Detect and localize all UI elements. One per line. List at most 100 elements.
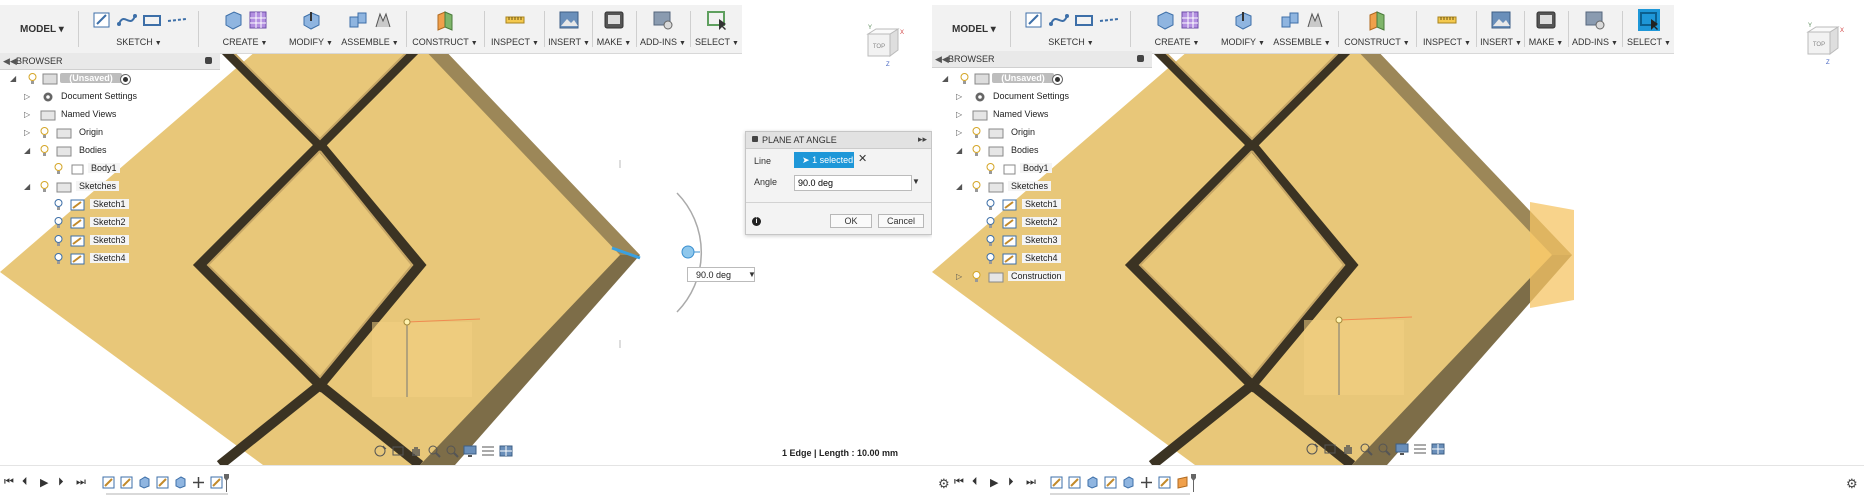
step-forward-icon[interactable]: ⏵: [58, 476, 64, 489]
toolbar-group-assemble[interactable]: ASSEMBLE ▼: [1272, 7, 1332, 53]
pin-icon[interactable]: [205, 57, 212, 64]
tree-item-sketches[interactable]: ◢ Sketches: [932, 179, 1152, 195]
display-settings-icon[interactable]: [1394, 442, 1410, 456]
3d-print-icon[interactable]: [1535, 9, 1557, 31]
orbit-icon[interactable]: [372, 444, 388, 458]
tree-item-body1[interactable]: Body1: [0, 161, 220, 177]
activate-radio[interactable]: [120, 74, 131, 85]
origin-point[interactable]: [1335, 316, 1343, 324]
toolbar-group-select[interactable]: SELECT ▼: [1624, 7, 1674, 53]
tree-item-sketch4[interactable]: Sketch4: [0, 251, 220, 267]
zoom-icon[interactable]: [1358, 442, 1374, 456]
timeline-sketch-feature-icon[interactable]: [210, 476, 223, 489]
press-pull-icon[interactable]: [1232, 9, 1254, 31]
origin-point[interactable]: [403, 318, 411, 326]
view-cube[interactable]: TOP Y X Z: [1800, 20, 1846, 66]
box-icon[interactable]: [222, 9, 244, 31]
timeline-settings-gear-icon[interactable]: ⚙: [1846, 476, 1858, 492]
expand-toggle-icon[interactable]: ▷: [24, 92, 34, 101]
expand-toggle-icon[interactable]: ▷: [24, 128, 34, 137]
lightbulb-icon[interactable]: [54, 253, 63, 265]
tree-item-sketch3[interactable]: Sketch3: [932, 233, 1152, 249]
lightbulb-icon[interactable]: [54, 217, 63, 229]
toolbar-group-assemble[interactable]: ASSEMBLE ▼: [340, 7, 400, 53]
offset-plane-icon[interactable]: [434, 9, 456, 31]
step-forward-icon[interactable]: ⏵: [1008, 476, 1014, 489]
dialog-header[interactable]: PLANE AT ANGLE ▸▸: [746, 132, 931, 149]
line-icon[interactable]: [166, 9, 188, 31]
rectangle-icon[interactable]: [1073, 9, 1095, 31]
expand-toggle-icon[interactable]: ◢: [10, 74, 20, 83]
rectangle-icon[interactable]: [141, 9, 163, 31]
timeline-marker[interactable]: [1191, 474, 1196, 492]
chevron-down-icon[interactable]: ▼: [912, 177, 920, 186]
pin-icon[interactable]: [1137, 55, 1144, 62]
expand-toggle-icon[interactable]: ◢: [24, 146, 34, 155]
toolbar-group-insert[interactable]: INSERT ▼: [1478, 7, 1524, 53]
toolbar-group-modify[interactable]: MODIFY ▼: [1220, 7, 1266, 53]
tree-item-bodies[interactable]: ◢ Bodies: [932, 143, 1152, 159]
toolbar-group-construct[interactable]: CONSTRUCT ▼: [412, 7, 478, 53]
toolbar-group-addins[interactable]: ADD-INS ▼: [1570, 7, 1620, 53]
workspace-mode-menu[interactable]: MODEL ▾: [10, 19, 70, 39]
play-icon[interactable]: ▶: [40, 476, 48, 489]
go-to-end-icon[interactable]: ⏭: [76, 476, 86, 489]
lightbulb-icon[interactable]: [960, 73, 969, 85]
tree-item-bodies[interactable]: ◢ Bodies: [0, 143, 220, 159]
timeline-sketch-feature-icon[interactable]: [102, 476, 115, 489]
expand-dialog-icon[interactable]: ▸▸: [918, 134, 927, 145]
lightbulb-icon[interactable]: [972, 127, 981, 139]
pan-hand-icon[interactable]: [1340, 442, 1356, 456]
insert-image-icon[interactable]: [558, 9, 580, 31]
grid-settings-icon[interactable]: [480, 444, 496, 458]
tree-item-sketch1[interactable]: Sketch1: [932, 197, 1152, 213]
insert-image-icon[interactable]: [1490, 9, 1512, 31]
expand-toggle-icon[interactable]: ▷: [24, 110, 34, 119]
activate-radio[interactable]: [1052, 74, 1063, 85]
toolbar-group-sketch[interactable]: SKETCH ▼: [84, 7, 194, 53]
tree-item-construction[interactable]: ▷ Construction: [932, 269, 1152, 285]
timeline-sketch-feature-icon[interactable]: [120, 476, 133, 489]
timeline-extrude-feature-icon[interactable]: [174, 476, 187, 489]
lightbulb-icon[interactable]: [986, 199, 995, 211]
view-cube[interactable]: TOP Y X Z: [860, 22, 906, 68]
toolbar-group-insert[interactable]: INSERT ▼: [546, 7, 592, 53]
info-icon[interactable]: i: [752, 217, 761, 226]
lightbulb-icon[interactable]: [986, 163, 995, 175]
angle-manipulator-handle[interactable]: [681, 245, 695, 259]
timeline-sketch-feature-icon[interactable]: [156, 476, 169, 489]
construction-plane[interactable]: [1530, 202, 1574, 308]
tree-item-sketch2[interactable]: Sketch2: [932, 215, 1152, 231]
create-sketch-icon[interactable]: [91, 9, 113, 31]
toolbar-group-create[interactable]: CREATE ▼: [1134, 7, 1220, 53]
lightbulb-icon[interactable]: [986, 235, 995, 247]
tree-item-root[interactable]: ◢ (Unsaved): [0, 71, 220, 87]
viewports-icon[interactable]: [498, 444, 514, 458]
timeline-marker[interactable]: [224, 474, 229, 492]
lightbulb-icon[interactable]: [54, 235, 63, 247]
collapse-arrow-icon[interactable]: ◀◀: [935, 54, 949, 65]
grid-settings-icon[interactable]: [1412, 442, 1428, 456]
expand-toggle-icon[interactable]: ▷: [956, 92, 966, 101]
view-cube-face-label[interactable]: TOP: [873, 44, 885, 50]
new-component-icon[interactable]: [1279, 9, 1301, 31]
tree-item-named-views[interactable]: ▷ Named Views: [932, 107, 1152, 123]
display-settings-icon[interactable]: [462, 444, 478, 458]
timeline-extrude-feature-icon[interactable]: [1086, 476, 1099, 489]
step-back-icon[interactable]: ⏴: [22, 476, 28, 489]
select-icon[interactable]: [706, 9, 728, 31]
chevron-down-icon[interactable]: ▼: [748, 270, 756, 279]
tree-item-sketch1[interactable]: Sketch1: [0, 197, 220, 213]
tree-item-origin[interactable]: ▷ Origin: [0, 125, 220, 141]
timeline-move-feature-icon[interactable]: [192, 476, 205, 489]
toolbar-group-sketch[interactable]: SKETCH ▼: [1016, 7, 1126, 53]
lightbulb-icon[interactable]: [972, 145, 981, 157]
lightbulb-icon[interactable]: [54, 199, 63, 211]
clear-selection-icon[interactable]: ✕: [858, 152, 867, 165]
tree-item-origin[interactable]: ▷ Origin: [932, 125, 1152, 141]
line-icon[interactable]: [1098, 9, 1120, 31]
scripts-addins-icon[interactable]: [1584, 9, 1606, 31]
timeline-plane-feature-icon[interactable]: [1176, 476, 1189, 489]
toolbar-group-inspect[interactable]: INSPECT ▼: [1420, 7, 1474, 53]
browser-header[interactable]: ◀◀ BROWSER: [932, 51, 1152, 68]
